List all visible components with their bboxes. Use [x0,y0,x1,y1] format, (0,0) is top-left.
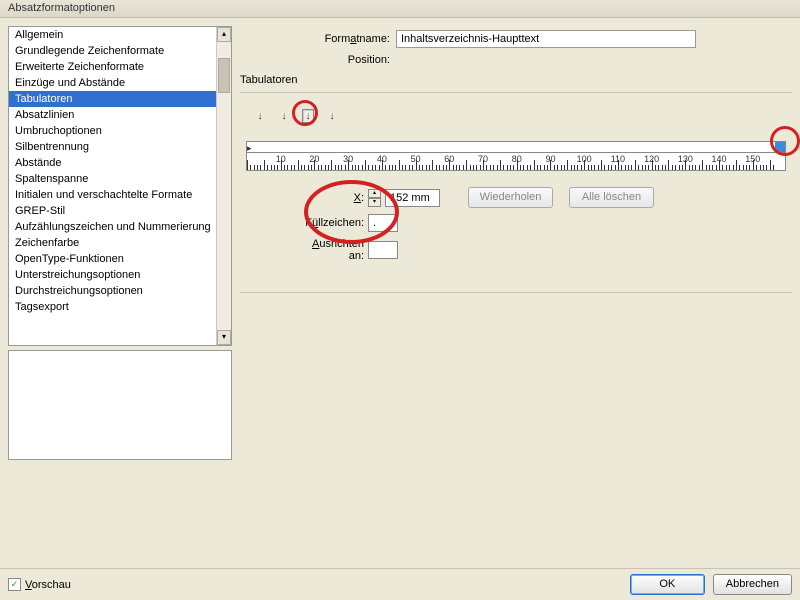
sidebar-item-1[interactable]: Grundlegende Zeichenformate [9,43,217,59]
sidebar-item-15[interactable]: Unterstreichungsoptionen [9,267,217,283]
x-label: X: [296,192,364,204]
ok-button[interactable]: OK [630,574,705,595]
sidebar-item-17[interactable]: Tagsexport [9,299,217,315]
sidebar-item-2[interactable]: Erweiterte Zeichenformate [9,59,217,75]
scroll-up-icon[interactable]: ▴ [217,27,231,42]
sidebar-item-14[interactable]: OpenType-Funktionen [9,251,217,267]
preview-box [8,350,232,460]
listbox-scrollbar[interactable]: ▴ ▾ [216,27,231,345]
sidebar-item-16[interactable]: Durchstreichungsoptionen [9,283,217,299]
formatname-label: Formatname: [240,33,390,45]
x-spinner[interactable]: ▴ ▾ [368,189,381,207]
sidebar-item-0[interactable]: Allgemein [9,27,217,43]
tab-center-icon[interactable]: ↓ [278,109,290,123]
position-label: Position: [240,54,390,66]
dialog-content: AllgemeinGrundlegende ZeichenformateErwe… [0,18,800,578]
spin-down-icon[interactable]: ▾ [368,198,381,207]
tab-left-icon[interactable]: ↓ [254,109,266,123]
category-listbox[interactable]: AllgemeinGrundlegende ZeichenformateErwe… [8,26,232,346]
ruler[interactable]: ▸ 102030405060708090100110120130140150 [246,141,786,171]
sidebar: AllgemeinGrundlegende ZeichenformateErwe… [8,26,232,570]
sidebar-item-7[interactable]: Silbentrennung [9,139,217,155]
preview-label: Vorschau [25,579,71,591]
align-input[interactable] [368,241,398,259]
sidebar-item-6[interactable]: Umbruchoptionen [9,123,217,139]
x-input[interactable] [385,189,440,207]
scroll-thumb[interactable] [218,58,230,93]
scroll-down-icon[interactable]: ▾ [217,330,231,345]
sidebar-item-11[interactable]: GREP-Stil [9,203,217,219]
sidebar-item-13[interactable]: Zeichenfarbe [9,235,217,251]
tab-align-buttons: ↓ ↓ ↓ ↓ [254,109,786,123]
align-label: Ausrichten an: [296,238,364,262]
sidebar-item-3[interactable]: Einzüge und Abstände [9,75,217,91]
tab-panel: ↓ ↓ ↓ ↓ ▸ 102030405060708090100110120130… [240,92,792,293]
spin-up-icon[interactable]: ▴ [368,189,381,198]
sidebar-item-9[interactable]: Spaltenspanne [9,171,217,187]
fill-label: Füllzeichen: [296,217,364,229]
sidebar-item-5[interactable]: Absatzlinien [9,107,217,123]
section-title: Tabulatoren [240,74,792,86]
clear-all-button[interactable]: Alle löschen [569,187,654,208]
sidebar-item-12[interactable]: Aufzählungszeichen und Nummerierung [9,219,217,235]
preview-checkbox[interactable]: ✓ [8,578,21,591]
formatname-input[interactable] [396,30,696,48]
cancel-button[interactable]: Abbrechen [713,574,792,595]
window-titlebar: Absatzformatoptionen [0,0,800,18]
sidebar-item-4[interactable]: Tabulatoren [9,91,217,107]
preview-checkbox-wrap[interactable]: ✓ Vorschau [8,578,71,591]
main-panel: Formatname: Position: Tabulatoren ↓ ↓ ↓ … [240,26,792,570]
sidebar-item-8[interactable]: Abstände [9,155,217,171]
dialog-footer: ✓ Vorschau OK Abbrechen [0,568,800,600]
ruler-tab-marker[interactable] [775,142,785,152]
tab-right-icon[interactable]: ↓ [302,109,314,123]
tab-decimal-icon[interactable]: ↓ [326,109,338,123]
sidebar-item-10[interactable]: Initialen und verschachtelte Formate [9,187,217,203]
fill-input[interactable] [368,214,398,232]
repeat-button[interactable]: Wiederholen [468,187,553,208]
